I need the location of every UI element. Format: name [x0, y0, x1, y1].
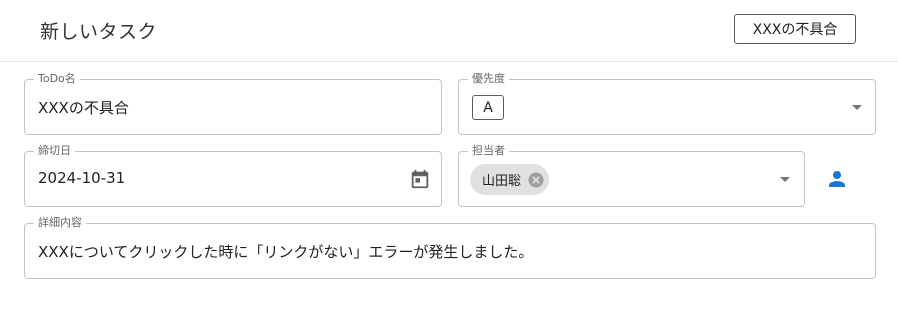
deadline-value: 2024-10-31 — [38, 169, 126, 187]
details-field[interactable]: 詳細内容 XXXについてクリックした時に「リンクがない」エラーが発生しました。 — [24, 216, 876, 279]
cancel-icon[interactable] — [527, 171, 545, 189]
person-icon[interactable] — [824, 166, 850, 192]
arrow-drop-down-icon[interactable] — [780, 177, 790, 182]
arrow-drop-down-icon[interactable] — [852, 105, 862, 110]
todo-name-field[interactable]: ToDo名 XXXの不具合 — [24, 72, 442, 135]
details-label: 詳細内容 — [34, 216, 86, 230]
task-name-chip: XXXの不具合 — [734, 14, 856, 44]
assignee-chip-label: 山田聡 — [482, 174, 522, 189]
assignee-select[interactable]: 担当者 山田聡 — [458, 144, 805, 207]
assignee-chip: 山田聡 — [470, 164, 550, 195]
priority-badge: A — [472, 95, 504, 120]
assignee-label: 担当者 — [468, 144, 509, 158]
todo-name-value: XXXの不具合 — [38, 99, 129, 117]
deadline-label: 締切日 — [34, 144, 75, 158]
priority-label: 優先度 — [468, 72, 509, 86]
dialog-header: 新しいタスク XXXの不具合 — [0, 0, 898, 62]
todo-name-label: ToDo名 — [34, 72, 80, 86]
priority-select[interactable]: 優先度 A — [458, 72, 876, 135]
deadline-field[interactable]: 締切日 2024-10-31 — [24, 144, 442, 207]
details-value: XXXについてクリックした時に「リンクがない」エラーが発生しました。 — [38, 243, 534, 261]
page-title: 新しいタスク — [40, 21, 158, 43]
calendar-icon[interactable] — [408, 167, 432, 191]
